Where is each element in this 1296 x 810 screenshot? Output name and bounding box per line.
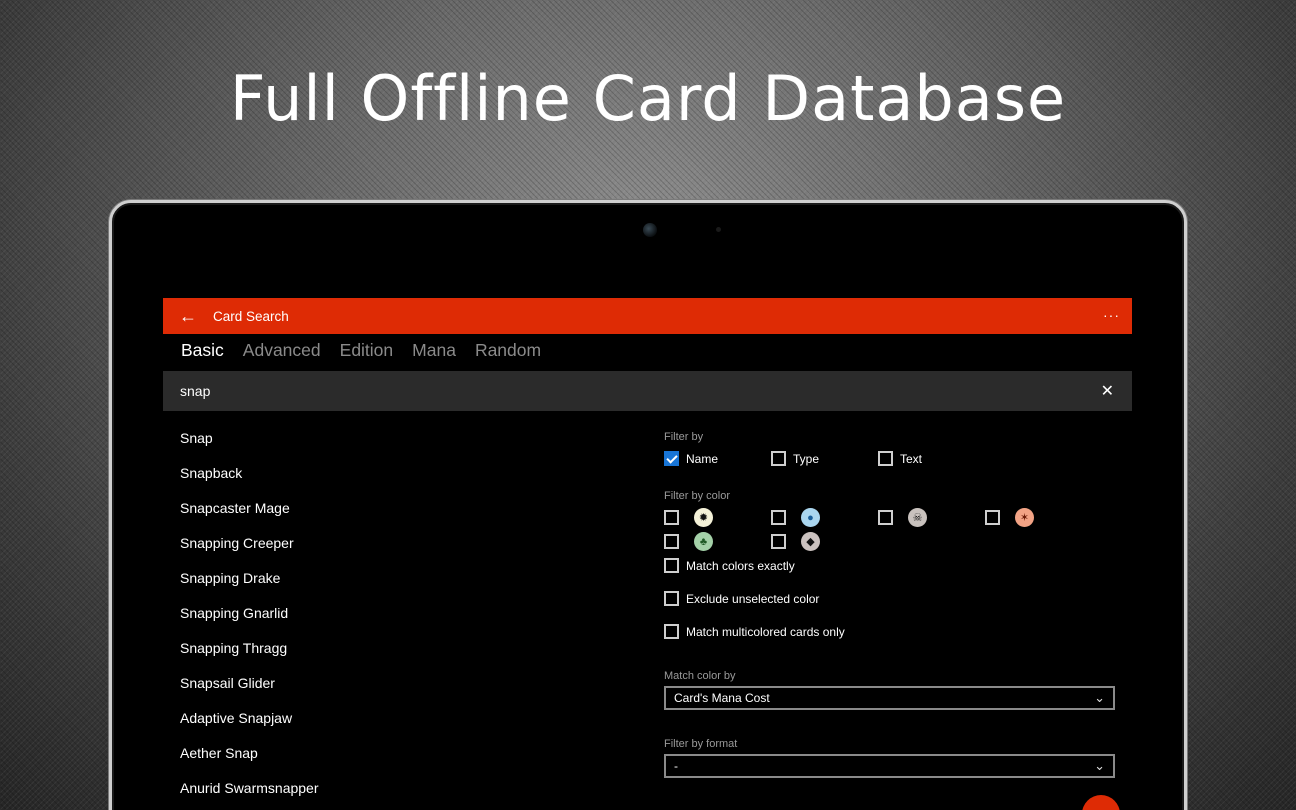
list-item[interactable]: Adaptive Snapjaw bbox=[180, 701, 580, 736]
color-black-checkbox[interactable]: ☠ bbox=[878, 508, 927, 527]
tab-basic[interactable]: Basic bbox=[181, 340, 224, 361]
checkbox-icon[interactable] bbox=[664, 591, 679, 606]
back-arrow-icon[interactable]: ← bbox=[163, 298, 213, 334]
more-options-icon[interactable]: ··· bbox=[1103, 307, 1120, 323]
color-white-checkbox[interactable]: ✹ bbox=[664, 508, 713, 527]
white-mana-icon: ✹ bbox=[694, 508, 713, 527]
filter-by-format-label: Filter by format bbox=[664, 738, 738, 750]
checkbox-icon[interactable] bbox=[771, 451, 786, 466]
sensor-dot bbox=[716, 227, 721, 232]
list-item[interactable]: Snapping Creeper bbox=[180, 526, 580, 561]
list-item[interactable]: Snapsail Glider bbox=[180, 666, 580, 701]
exclude-unselected-label: Exclude unselected color bbox=[686, 591, 820, 606]
checkbox-icon[interactable] bbox=[664, 624, 679, 639]
clear-search-icon[interactable]: ✕ bbox=[1101, 381, 1114, 401]
list-item[interactable]: Anurid Swarmsnapper bbox=[180, 771, 580, 806]
text-checkbox-label: Text bbox=[900, 451, 923, 466]
search-bar: ✕ bbox=[163, 371, 1132, 411]
green-mana-icon: ♣ bbox=[694, 532, 713, 551]
list-item[interactable]: Snapback bbox=[180, 456, 580, 491]
multicolored-only-checkbox[interactable]: Match multicolored cards only bbox=[664, 624, 845, 639]
camera-icon bbox=[643, 223, 657, 237]
results-list: Snap Snapback Snapcaster Mage Snapping C… bbox=[180, 421, 580, 806]
multicolored-only-label: Match multicolored cards only bbox=[686, 624, 845, 639]
name-checkbox-label: Name bbox=[686, 451, 719, 466]
checkbox-icon[interactable] bbox=[985, 510, 1000, 525]
filter-by-format-dropdown[interactable]: - ⌄ bbox=[664, 754, 1115, 778]
checkbox-icon[interactable] bbox=[771, 534, 786, 549]
red-mana-icon: ✶ bbox=[1015, 508, 1034, 527]
black-mana-icon: ☠ bbox=[908, 508, 927, 527]
tab-edition[interactable]: Edition bbox=[340, 340, 394, 361]
blue-mana-icon: ● bbox=[801, 508, 820, 527]
filter-by-label: Filter by bbox=[664, 431, 704, 443]
tab-mana[interactable]: Mana bbox=[412, 340, 456, 361]
app-titlebar: ← Card Search ··· bbox=[163, 298, 1132, 334]
match-color-by-label: Match color by bbox=[664, 670, 736, 682]
search-input[interactable] bbox=[180, 383, 1060, 399]
list-item[interactable]: Snapping Gnarlid bbox=[180, 596, 580, 631]
match-color-by-value: Card's Mana Cost bbox=[674, 691, 770, 705]
tab-random[interactable]: Random bbox=[475, 340, 541, 361]
checkbox-checked-icon[interactable] bbox=[664, 451, 679, 466]
promo-headline: Full Offline Card Database bbox=[229, 62, 1067, 135]
color-green-checkbox[interactable]: ♣ bbox=[664, 532, 713, 551]
color-colorless-checkbox[interactable]: ◆ bbox=[771, 532, 820, 551]
list-item[interactable]: Snap bbox=[180, 421, 580, 456]
list-item[interactable]: Snapping Drake bbox=[180, 561, 580, 596]
name-checkbox[interactable]: Name bbox=[664, 451, 718, 466]
checkbox-icon[interactable] bbox=[664, 558, 679, 573]
search-fab-button[interactable] bbox=[1082, 795, 1120, 810]
color-red-checkbox[interactable]: ✶ bbox=[985, 508, 1034, 527]
app-screen: ← Card Search ··· Basic Advanced Edition… bbox=[163, 248, 1132, 810]
checkbox-icon[interactable] bbox=[771, 510, 786, 525]
list-item[interactable]: Snapping Thragg bbox=[180, 631, 580, 666]
checkbox-icon[interactable] bbox=[664, 510, 679, 525]
type-checkbox-label: Type bbox=[793, 451, 820, 466]
list-item[interactable]: Aether Snap bbox=[180, 736, 580, 771]
app-title: Card Search bbox=[213, 308, 289, 324]
colorless-mana-icon: ◆ bbox=[801, 532, 820, 551]
chevron-down-icon: ⌄ bbox=[1094, 690, 1105, 705]
color-blue-checkbox[interactable]: ● bbox=[771, 508, 820, 527]
text-checkbox[interactable]: Text bbox=[878, 451, 922, 466]
checkbox-icon[interactable] bbox=[878, 510, 893, 525]
match-color-by-dropdown[interactable]: Card's Mana Cost ⌄ bbox=[664, 686, 1115, 710]
list-item[interactable]: Snapcaster Mage bbox=[180, 491, 580, 526]
type-checkbox[interactable]: Type bbox=[771, 451, 819, 466]
search-tabs: Basic Advanced Edition Mana Random bbox=[181, 340, 541, 361]
checkbox-icon[interactable] bbox=[664, 534, 679, 549]
filter-by-color-label: Filter by color bbox=[664, 490, 731, 502]
exclude-unselected-checkbox[interactable]: Exclude unselected color bbox=[664, 591, 819, 606]
filter-by-format-value: - bbox=[674, 759, 678, 773]
match-colors-exactly-checkbox[interactable]: Match colors exactly bbox=[664, 558, 795, 573]
chevron-down-icon: ⌄ bbox=[1094, 758, 1105, 773]
checkbox-icon[interactable] bbox=[878, 451, 893, 466]
tab-advanced[interactable]: Advanced bbox=[243, 340, 321, 361]
match-colors-exactly-label: Match colors exactly bbox=[686, 558, 795, 573]
